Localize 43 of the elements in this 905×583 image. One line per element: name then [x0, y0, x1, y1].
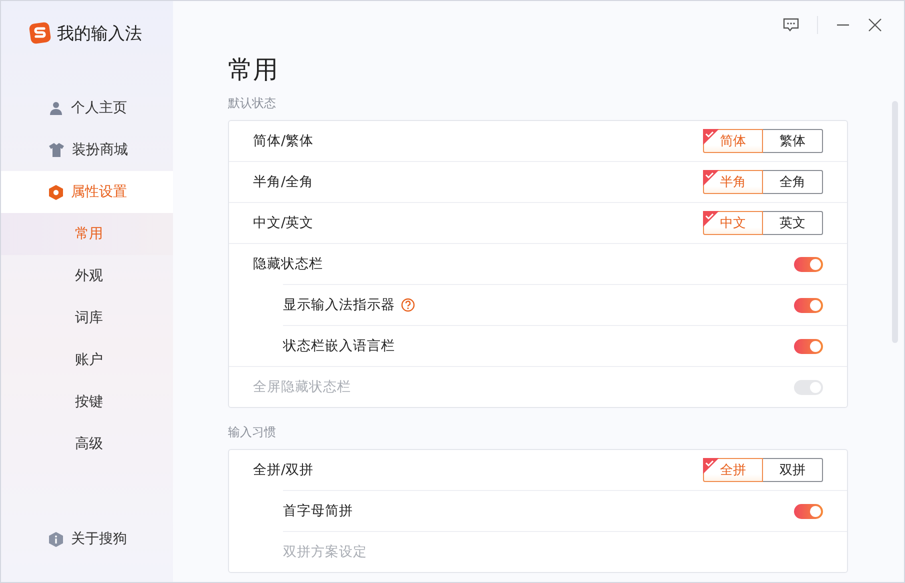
close-icon[interactable]: [868, 18, 882, 32]
check-corner-icon: [703, 129, 719, 145]
setting-label: 全屏隐藏状态栏: [253, 378, 351, 396]
shirt-icon: [49, 143, 64, 157]
logo-icon: [29, 22, 51, 44]
check-corner-icon: [703, 170, 719, 186]
option-button[interactable]: 繁体: [763, 129, 823, 153]
setting-label: 隐藏状态栏: [253, 255, 323, 273]
section-label: 默认状态: [228, 95, 277, 112]
sidebar-subitem[interactable]: 外观: [1, 255, 173, 297]
scrollbar[interactable]: [892, 101, 898, 343]
setting-label: 中文/英文: [253, 214, 314, 232]
toggle-switch[interactable]: [794, 504, 823, 518]
sidebar-item[interactable]: 个人主页: [1, 87, 173, 129]
hexagon-icon: [49, 184, 63, 200]
option-button[interactable]: 全角: [763, 170, 823, 194]
option-button[interactable]: 双拼: [763, 458, 823, 482]
page-title: 常用: [228, 54, 279, 86]
setting-label: 全拼/双拼: [253, 461, 314, 479]
setting-label: 双拼方案设定: [283, 543, 367, 561]
setting-label: 状态栏嵌入语言栏: [283, 337, 395, 355]
toggle-switch[interactable]: [794, 338, 823, 354]
info-icon: [49, 532, 63, 546]
feedback-icon[interactable]: [783, 18, 799, 32]
help-icon[interactable]: [401, 298, 415, 312]
section-label: 输入习惯: [228, 424, 277, 441]
person-icon: [49, 101, 63, 115]
setting-label: 首字母简拼: [283, 502, 353, 520]
sidebar-subitem[interactable]: 高级: [1, 423, 173, 465]
sidebar-item[interactable]: 装扮商城: [1, 129, 173, 171]
sidebar-subitem[interactable]: 账户: [1, 339, 173, 381]
setting-label: 显示输入法指示器: [283, 296, 415, 314]
option-button[interactable]: 英文: [763, 211, 823, 235]
app-title: 我的输入法: [57, 22, 142, 44]
toggle-switch[interactable]: [794, 256, 823, 272]
check-corner-icon: [703, 211, 719, 227]
check-corner-icon: [703, 458, 719, 474]
toggle-switch[interactable]: [794, 298, 823, 312]
sidebar-subitem[interactable]: 按键: [1, 381, 173, 423]
setting-label: 半角/全角: [253, 173, 314, 191]
setting-label: 简体/繁体: [253, 132, 314, 150]
about-link[interactable]: 关于搜狗: [1, 530, 173, 582]
sidebar-subitem[interactable]: 词库: [1, 297, 173, 339]
